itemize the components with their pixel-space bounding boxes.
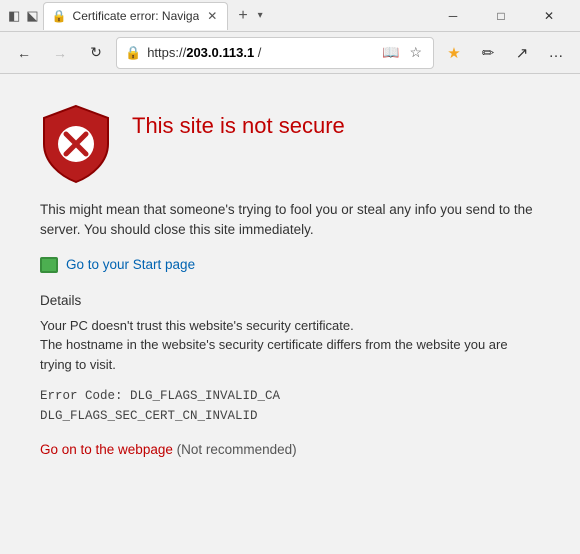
start-page-icon: [40, 257, 58, 273]
error-description: This might mean that someone's trying to…: [40, 200, 540, 241]
favorites-star-icon[interactable]: ☆: [406, 42, 425, 63]
error-title: This site is not secure: [132, 112, 345, 141]
title-bar: ◧ ⬕ 🔒 Certificate error: Naviga ✕ + ▾ ─ …: [0, 0, 580, 32]
error-title-container: This site is not secure: [132, 104, 345, 141]
reading-view-icon[interactable]: 📖: [379, 42, 402, 63]
tab-close-button[interactable]: ✕: [205, 9, 219, 23]
tab-favicon-icon: 🔒: [52, 9, 67, 23]
browser-icon-back: ◧: [8, 8, 20, 24]
content-area: This site is not secure This might mean …: [0, 74, 580, 554]
address-url: https://203.0.113.1 /: [147, 45, 373, 60]
tab-dropdown-button[interactable]: ▾: [254, 10, 267, 21]
tab-title: Certificate error: Naviga: [73, 9, 200, 23]
more-button[interactable]: …: [540, 37, 572, 69]
nav-right-icons: ★ ✏ ↗ …: [438, 37, 572, 69]
forward-button[interactable]: →: [44, 37, 76, 69]
details-text-1: Your PC doesn't trust this website's sec…: [40, 318, 354, 333]
details-text-2: The hostname in the website's security c…: [40, 337, 508, 372]
error-code-block: Error Code: DLG_FLAGS_INVALID_CA DLG_FLA…: [40, 386, 540, 426]
nav-bar: ← → ↻ 🔒 https://203.0.113.1 / 📖 ☆ ★ ✏ ↗ …: [0, 32, 580, 74]
share-button[interactable]: ↗: [506, 37, 538, 69]
error-code-line1: Error Code: DLG_FLAGS_INVALID_CA: [40, 389, 280, 403]
start-page-link[interactable]: Go to your Start page: [40, 257, 540, 273]
minimize-button[interactable]: ─: [430, 0, 476, 32]
error-header: This site is not secure: [40, 104, 540, 184]
shield-icon: [40, 104, 112, 184]
active-tab[interactable]: 🔒 Certificate error: Naviga ✕: [43, 2, 229, 30]
go-to-webpage-link[interactable]: Go on to the webpage: [40, 442, 173, 457]
go-to-webpage: Go on to the webpage (Not recommended): [40, 442, 540, 457]
close-button[interactable]: ✕: [526, 0, 572, 32]
details-label: Details: [40, 293, 540, 308]
window-controls: ─ □ ✕: [430, 0, 572, 32]
favorites-button[interactable]: ★: [438, 37, 470, 69]
refresh-button[interactable]: ↻: [80, 37, 112, 69]
tab-bar: 🔒 Certificate error: Naviga ✕ + ▾: [43, 2, 430, 30]
back-button[interactable]: ←: [8, 37, 40, 69]
start-page-link-text[interactable]: Go to your Start page: [66, 257, 195, 272]
not-recommended-label: (Not recommended): [177, 442, 297, 457]
browser-icon-forward: ⬕: [26, 8, 38, 24]
address-lock-icon: 🔒: [125, 45, 141, 61]
error-container: This site is not secure This might mean …: [40, 104, 540, 457]
maximize-button[interactable]: □: [478, 0, 524, 32]
pen-button[interactable]: ✏: [472, 37, 504, 69]
error-code-line2: DLG_FLAGS_SEC_CERT_CN_INVALID: [40, 409, 258, 423]
url-domain: 203.0.113.1: [186, 45, 254, 60]
new-tab-button[interactable]: +: [232, 7, 253, 25]
address-bar-icons: 📖 ☆: [379, 42, 425, 63]
address-bar[interactable]: 🔒 https://203.0.113.1 / 📖 ☆: [116, 37, 434, 69]
url-prefix: https://: [147, 45, 186, 60]
error-body: This might mean that someone's trying to…: [40, 200, 540, 457]
url-suffix: /: [254, 45, 261, 60]
details-text: Your PC doesn't trust this website's sec…: [40, 316, 540, 375]
title-bar-left: ◧ ⬕: [8, 8, 39, 24]
